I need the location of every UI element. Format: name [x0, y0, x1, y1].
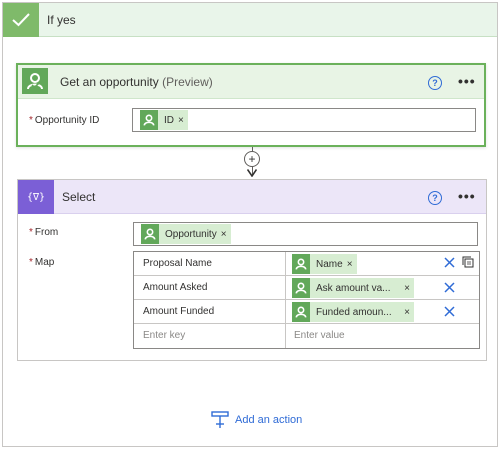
- dataverse-icon: [140, 110, 158, 130]
- map-value-input[interactable]: Enter value: [286, 324, 479, 348]
- name-token[interactable]: Name ×: [292, 254, 357, 274]
- help-icon[interactable]: ?: [428, 191, 442, 205]
- from-input[interactable]: Opportunity ×: [133, 222, 478, 246]
- delete-row-icon[interactable]: [444, 257, 455, 268]
- opportunity-id-input[interactable]: ID ×: [132, 108, 476, 132]
- map-row-empty: Enter key Enter value: [134, 324, 479, 348]
- if-yes-branch: If yes Get an opportunity (Preview) ? ••…: [2, 2, 498, 447]
- remove-token-icon[interactable]: ×: [404, 307, 414, 318]
- dataverse-icon: [292, 278, 310, 298]
- funded-amount-token[interactable]: Funded amoun... ×: [292, 302, 414, 322]
- delete-row-icon[interactable]: [444, 282, 455, 293]
- delete-row-icon[interactable]: [444, 306, 455, 317]
- card-header[interactable]: Get an opportunity (Preview) ? •••: [18, 65, 484, 99]
- help-icon[interactable]: ?: [428, 76, 442, 90]
- select-icon: {∇}: [18, 180, 54, 214]
- remove-token-icon[interactable]: ×: [221, 229, 231, 240]
- add-action-label: Add an action: [235, 414, 303, 426]
- map-label: * Map: [29, 257, 55, 268]
- remove-token-icon[interactable]: ×: [178, 115, 188, 126]
- map-key-input[interactable]: Enter key: [134, 324, 286, 348]
- map-key-input[interactable]: Proposal Name: [134, 252, 286, 276]
- ask-amount-token[interactable]: Ask amount va... ×: [292, 278, 414, 298]
- from-label: * From: [29, 227, 59, 238]
- map-row: Amount Funded Funded amoun... ×: [134, 300, 479, 324]
- opportunity-id-label: * Opportunity ID: [29, 115, 100, 126]
- insert-step-button[interactable]: +: [244, 151, 260, 167]
- more-options-icon[interactable]: •••: [458, 188, 476, 204]
- add-action-icon: [211, 411, 229, 428]
- map-row: Amount Asked Ask amount va... ×: [134, 276, 479, 300]
- opportunity-token[interactable]: Opportunity ×: [141, 224, 231, 244]
- dataverse-icon: [292, 302, 310, 322]
- arrow-down-icon: [247, 169, 257, 177]
- dataverse-icon: [141, 224, 159, 244]
- map-row: Proposal Name Name ×: [134, 252, 479, 276]
- map-table: Proposal Name Name × Amount Asked Ask am…: [133, 251, 480, 349]
- map-key-input[interactable]: Amount Asked: [134, 276, 286, 300]
- more-options-icon[interactable]: •••: [458, 73, 476, 89]
- remove-token-icon[interactable]: ×: [347, 259, 357, 270]
- map-key-input[interactable]: Amount Funded: [134, 300, 286, 324]
- remove-token-icon[interactable]: ×: [404, 283, 414, 294]
- switch-to-text-mode-icon[interactable]: [462, 256, 474, 268]
- select-card[interactable]: {∇} Select ? ••• * From Opportunity × * Ma…: [17, 179, 487, 361]
- add-action-button[interactable]: Add an action: [211, 411, 302, 429]
- card-title: Select: [62, 190, 96, 204]
- dataverse-icon: [22, 68, 48, 94]
- branch-header[interactable]: If yes: [3, 3, 497, 37]
- card-title: Get an opportunity (Preview): [60, 75, 213, 89]
- get-opportunity-card[interactable]: Get an opportunity (Preview) ? ••• * Oppo…: [16, 63, 486, 147]
- branch-label: If yes: [47, 13, 76, 27]
- card-header[interactable]: {∇} Select ? •••: [18, 180, 486, 214]
- id-token[interactable]: ID ×: [140, 110, 188, 130]
- check-icon: [3, 3, 39, 37]
- dataverse-icon: [292, 254, 310, 274]
